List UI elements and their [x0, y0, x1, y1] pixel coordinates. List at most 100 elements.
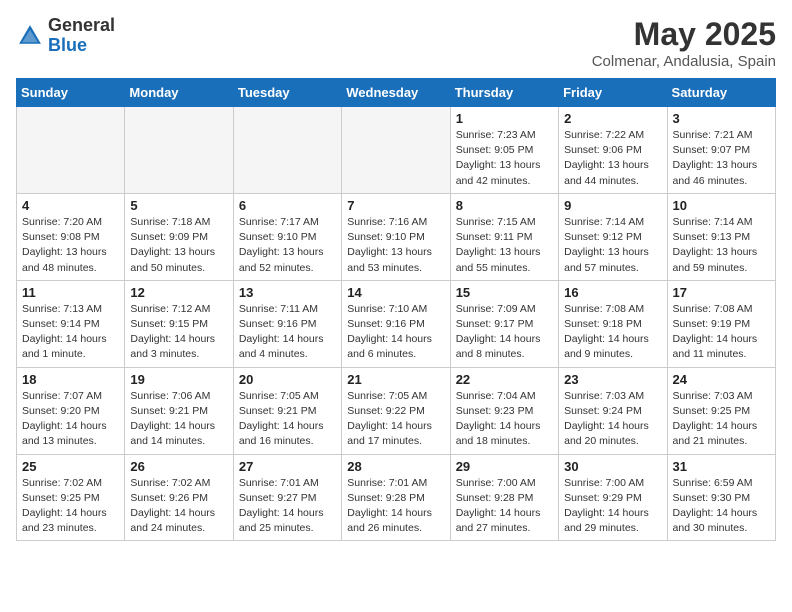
day-info: Sunrise: 7:11 AMSunset: 9:16 PMDaylight:…	[239, 302, 336, 363]
calendar-week-3: 18 Sunrise: 7:07 AMSunset: 9:20 PMDayligh…	[17, 367, 776, 454]
calendar-cell: 12 Sunrise: 7:12 AMSunset: 9:15 PMDayligh…	[125, 280, 233, 367]
day-number: 1	[456, 111, 553, 126]
month-title: May 2025	[592, 16, 776, 53]
calendar-cell	[342, 107, 450, 194]
day-number: 4	[22, 198, 119, 213]
calendar-cell: 27 Sunrise: 7:01 AMSunset: 9:27 PMDayligh…	[233, 454, 341, 541]
day-number: 7	[347, 198, 444, 213]
calendar-cell: 23 Sunrise: 7:03 AMSunset: 9:24 PMDayligh…	[559, 367, 667, 454]
calendar-cell: 28 Sunrise: 7:01 AMSunset: 9:28 PMDayligh…	[342, 454, 450, 541]
day-number: 29	[456, 459, 553, 474]
calendar-cell: 31 Sunrise: 6:59 AMSunset: 9:30 PMDayligh…	[667, 454, 775, 541]
day-number: 12	[130, 285, 227, 300]
day-info: Sunrise: 7:02 AMSunset: 9:25 PMDaylight:…	[22, 476, 119, 537]
day-info: Sunrise: 7:15 AMSunset: 9:11 PMDaylight:…	[456, 215, 553, 276]
day-number: 13	[239, 285, 336, 300]
calendar-cell: 13 Sunrise: 7:11 AMSunset: 9:16 PMDayligh…	[233, 280, 341, 367]
logo: General Blue	[16, 16, 115, 56]
calendar-cell: 30Sunrise: 7:00 AMSunset: 9:29 PMDayligh…	[559, 454, 667, 541]
day-number: 15	[456, 285, 553, 300]
day-info: Sunrise: 7:22 AMSunset: 9:06 PMDaylight:…	[564, 128, 661, 189]
weekday-header-wednesday: Wednesday	[342, 79, 450, 107]
day-info: Sunrise: 7:01 AMSunset: 9:28 PMDaylight:…	[347, 476, 444, 537]
calendar-cell	[233, 107, 341, 194]
day-info: Sunrise: 7:05 AMSunset: 9:22 PMDaylight:…	[347, 389, 444, 450]
weekday-header-tuesday: Tuesday	[233, 79, 341, 107]
calendar-cell: 2Sunrise: 7:22 AMSunset: 9:06 PMDaylight…	[559, 107, 667, 194]
day-number: 19	[130, 372, 227, 387]
calendar-body: 1 Sunrise: 7:23 AMSunset: 9:05 PMDaylight…	[17, 107, 776, 541]
day-info: Sunrise: 7:16 AMSunset: 9:10 PMDaylight:…	[347, 215, 444, 276]
calendar-cell: 6 Sunrise: 7:17 AMSunset: 9:10 PMDaylight…	[233, 193, 341, 280]
weekday-header-thursday: Thursday	[450, 79, 558, 107]
day-info: Sunrise: 7:03 AMSunset: 9:24 PMDaylight:…	[564, 389, 661, 450]
calendar-cell: 7 Sunrise: 7:16 AMSunset: 9:10 PMDaylight…	[342, 193, 450, 280]
day-number: 27	[239, 459, 336, 474]
weekday-header-sunday: Sunday	[17, 79, 125, 107]
calendar-cell: 14Sunrise: 7:10 AMSunset: 9:16 PMDayligh…	[342, 280, 450, 367]
day-number: 22	[456, 372, 553, 387]
weekday-header-row: SundayMondayTuesdayWednesdayThursdayFrid…	[17, 79, 776, 107]
calendar-cell	[125, 107, 233, 194]
day-number: 23	[564, 372, 661, 387]
calendar-cell: 16 Sunrise: 7:08 AMSunset: 9:18 PMDayligh…	[559, 280, 667, 367]
day-info: Sunrise: 7:07 AMSunset: 9:20 PMDaylight:…	[22, 389, 119, 450]
logo-general-text: General	[48, 16, 115, 36]
day-number: 9	[564, 198, 661, 213]
calendar-cell: 19 Sunrise: 7:06 AMSunset: 9:21 PMDayligh…	[125, 367, 233, 454]
day-number: 6	[239, 198, 336, 213]
weekday-header-saturday: Saturday	[667, 79, 775, 107]
day-number: 26	[130, 459, 227, 474]
day-info: Sunrise: 7:21 AMSunset: 9:07 PMDaylight:…	[673, 128, 770, 189]
day-number: 17	[673, 285, 770, 300]
day-info: Sunrise: 7:13 AMSunset: 9:14 PMDaylight:…	[22, 302, 119, 363]
day-number: 18	[22, 372, 119, 387]
calendar-cell: 18 Sunrise: 7:07 AMSunset: 9:20 PMDayligh…	[17, 367, 125, 454]
day-number: 28	[347, 459, 444, 474]
day-number: 16	[564, 285, 661, 300]
calendar-cell: 10Sunrise: 7:14 AMSunset: 9:13 PMDayligh…	[667, 193, 775, 280]
day-info: Sunrise: 7:23 AMSunset: 9:05 PMDaylight:…	[456, 128, 553, 189]
day-info: Sunrise: 7:01 AMSunset: 9:27 PMDaylight:…	[239, 476, 336, 537]
location-text: Colmenar, Andalusia, Spain	[592, 53, 776, 70]
calendar-cell: 8 Sunrise: 7:15 AMSunset: 9:11 PMDaylight…	[450, 193, 558, 280]
day-number: 31	[673, 459, 770, 474]
day-number: 25	[22, 459, 119, 474]
day-number: 11	[22, 285, 119, 300]
calendar-cell: 29 Sunrise: 7:00 AMSunset: 9:28 PMDayligh…	[450, 454, 558, 541]
calendar-cell: 3Sunrise: 7:21 AMSunset: 9:07 PMDaylight…	[667, 107, 775, 194]
calendar-cell: 22Sunrise: 7:04 AMSunset: 9:23 PMDayligh…	[450, 367, 558, 454]
day-info: Sunrise: 7:12 AMSunset: 9:15 PMDaylight:…	[130, 302, 227, 363]
calendar-week-1: 4Sunrise: 7:20 AMSunset: 9:08 PMDaylight…	[17, 193, 776, 280]
calendar-cell: 25 Sunrise: 7:02 AMSunset: 9:25 PMDayligh…	[17, 454, 125, 541]
day-info: Sunrise: 7:08 AMSunset: 9:18 PMDaylight:…	[564, 302, 661, 363]
day-number: 21	[347, 372, 444, 387]
day-info: Sunrise: 7:06 AMSunset: 9:21 PMDaylight:…	[130, 389, 227, 450]
day-info: Sunrise: 7:00 AMSunset: 9:29 PMDaylight:…	[564, 476, 661, 537]
logo-icon	[16, 22, 44, 50]
day-info: Sunrise: 7:18 AMSunset: 9:09 PMDaylight:…	[130, 215, 227, 276]
page-header: General Blue May 2025 Colmenar, Andalusi…	[16, 16, 776, 70]
day-info: Sunrise: 6:59 AMSunset: 9:30 PMDaylight:…	[673, 476, 770, 537]
logo-blue-text: Blue	[48, 36, 115, 56]
calendar-table: SundayMondayTuesdayWednesdayThursdayFrid…	[16, 78, 776, 541]
day-number: 8	[456, 198, 553, 213]
title-block: May 2025 Colmenar, Andalusia, Spain	[592, 16, 776, 70]
day-info: Sunrise: 7:09 AMSunset: 9:17 PMDaylight:…	[456, 302, 553, 363]
calendar-cell: 24Sunrise: 7:03 AMSunset: 9:25 PMDayligh…	[667, 367, 775, 454]
calendar-cell: 17 Sunrise: 7:08 AMSunset: 9:19 PMDayligh…	[667, 280, 775, 367]
day-info: Sunrise: 7:05 AMSunset: 9:21 PMDaylight:…	[239, 389, 336, 450]
calendar-cell: 5 Sunrise: 7:18 AMSunset: 9:09 PMDaylight…	[125, 193, 233, 280]
calendar-cell: 9Sunrise: 7:14 AMSunset: 9:12 PMDaylight…	[559, 193, 667, 280]
day-info: Sunrise: 7:00 AMSunset: 9:28 PMDaylight:…	[456, 476, 553, 537]
weekday-header-friday: Friday	[559, 79, 667, 107]
calendar-header: SundayMondayTuesdayWednesdayThursdayFrid…	[17, 79, 776, 107]
day-number: 5	[130, 198, 227, 213]
calendar-week-0: 1 Sunrise: 7:23 AMSunset: 9:05 PMDaylight…	[17, 107, 776, 194]
day-info: Sunrise: 7:17 AMSunset: 9:10 PMDaylight:…	[239, 215, 336, 276]
calendar-cell: 26Sunrise: 7:02 AMSunset: 9:26 PMDayligh…	[125, 454, 233, 541]
calendar-cell: 20Sunrise: 7:05 AMSunset: 9:21 PMDayligh…	[233, 367, 341, 454]
calendar-cell: 15 Sunrise: 7:09 AMSunset: 9:17 PMDayligh…	[450, 280, 558, 367]
day-info: Sunrise: 7:08 AMSunset: 9:19 PMDaylight:…	[673, 302, 770, 363]
day-number: 10	[673, 198, 770, 213]
